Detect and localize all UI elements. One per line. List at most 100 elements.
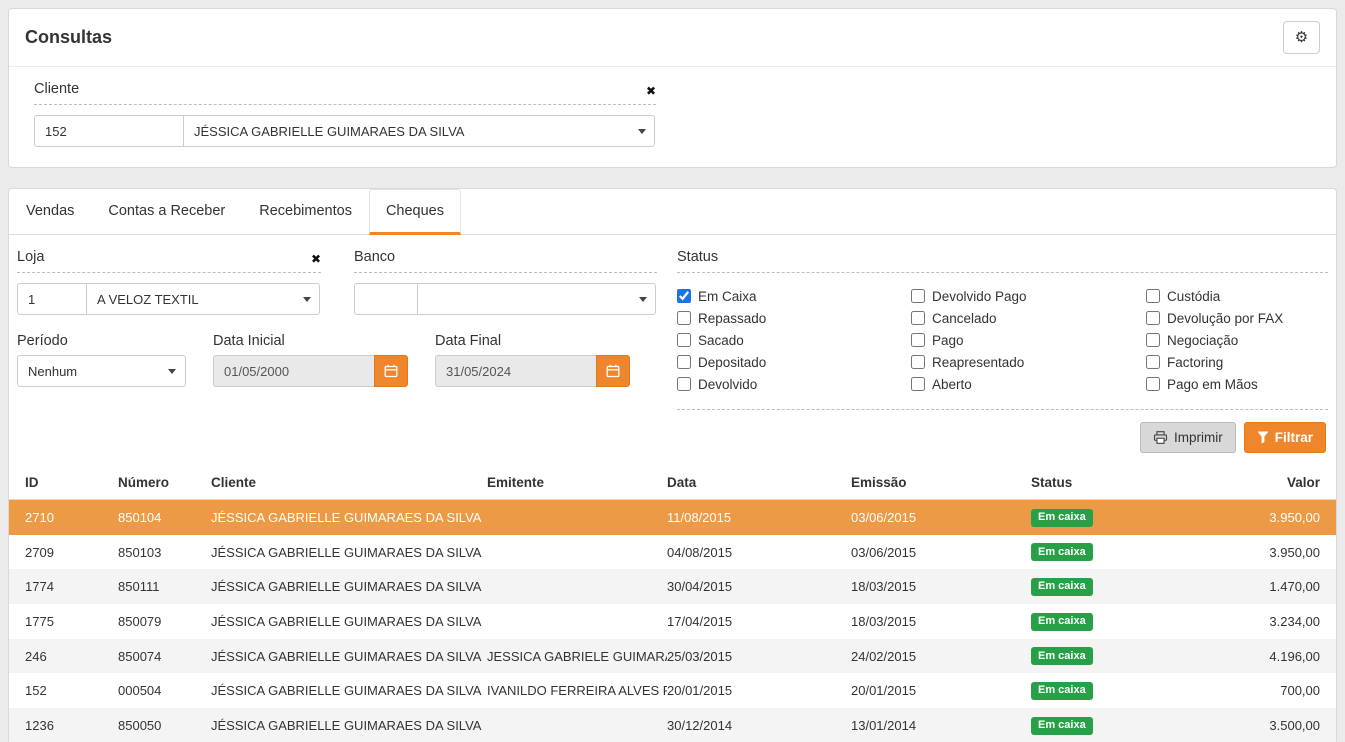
table-row[interactable]: 1236 850050 JÉSSICA GABRIELLE GUIMARAES … <box>9 708 1336 742</box>
status-option-label: Devolução por FAX <box>1167 311 1283 326</box>
status-checkbox[interactable] <box>677 289 691 303</box>
gear-icon: ⚙ <box>1295 30 1308 45</box>
filtrar-button-label: Filtrar <box>1275 430 1313 445</box>
col-header-valor: Valor <box>1181 475 1320 490</box>
status-option[interactable]: Pago em Mãos <box>1146 373 1328 395</box>
periodo-field: Período Nenhum <box>17 333 186 387</box>
data-inicial-field: Data Inicial <box>213 333 408 387</box>
table-row[interactable]: 2710 850104 JÉSSICA GABRIELLE GUIMARAES … <box>9 500 1336 535</box>
cell-valor: 1.470,00 <box>1181 579 1320 594</box>
status-checkbox[interactable] <box>677 377 691 391</box>
cell-cliente: JÉSSICA GABRIELLE GUIMARAES DA SILVA <box>211 649 487 664</box>
tab[interactable]: Cheques <box>369 189 461 235</box>
periodo-select[interactable]: Nenhum <box>17 355 186 387</box>
table-row[interactable]: 2709 850103 JÉSSICA GABRIELLE GUIMARAES … <box>9 535 1336 570</box>
status-option[interactable]: Negociação <box>1146 329 1328 351</box>
client-code-input[interactable] <box>34 115 184 147</box>
cell-valor: 3.950,00 <box>1181 510 1320 525</box>
imprimir-button[interactable]: Imprimir <box>1140 422 1236 453</box>
settings-button[interactable]: ⚙ <box>1283 21 1320 54</box>
status-option-label: Reapresentado <box>932 355 1024 370</box>
status-option[interactable]: Pago <box>911 329 1146 351</box>
loja-controls: A VELOZ TEXTIL <box>17 283 321 315</box>
cell-cliente: JÉSSICA GABRIELLE GUIMARAES DA SILVA <box>211 614 487 629</box>
banco-select-wrap <box>418 283 657 315</box>
status-option[interactable]: Sacado <box>677 329 911 351</box>
status-option[interactable]: Devolvido <box>677 373 911 395</box>
cell-valor: 3.500,00 <box>1181 718 1320 733</box>
loja-field-header: Loja ✖ <box>17 249 321 273</box>
status-option[interactable]: Devolvido Pago <box>911 285 1146 307</box>
status-option-label: Factoring <box>1167 355 1223 370</box>
cell-data: 04/08/2015 <box>667 545 851 560</box>
filtrar-button[interactable]: Filtrar <box>1244 422 1326 453</box>
client-field-group: Cliente ✖ JÉSSICA GABRIELLE GUIMARAES DA… <box>34 81 656 147</box>
status-checkbox[interactable] <box>911 289 925 303</box>
calendar-icon <box>606 364 620 378</box>
cell-cliente: JÉSSICA GABRIELLE GUIMARAES DA SILVA <box>211 510 487 525</box>
status-field-header: Status <box>677 249 1328 273</box>
tab[interactable]: Contas a Receber <box>91 189 242 235</box>
client-select[interactable]: JÉSSICA GABRIELLE GUIMARAES DA SILVA <box>183 115 655 147</box>
loja-select[interactable]: A VELOZ TEXTIL <box>86 283 320 315</box>
status-checkbox[interactable] <box>911 311 925 325</box>
data-inicial-input[interactable] <box>213 355 374 387</box>
status-checkbox[interactable] <box>911 333 925 347</box>
status-options-grid: Em Caixa Repassado Sacado Depositado <box>677 277 1328 409</box>
status-option[interactable]: Factoring <box>1146 351 1328 373</box>
status-checkbox[interactable] <box>911 377 925 391</box>
loja-code-input[interactable] <box>17 283 87 315</box>
status-checkbox[interactable] <box>1146 311 1160 325</box>
cell-valor: 4.196,00 <box>1181 649 1320 664</box>
cell-id: 1236 <box>25 718 118 733</box>
data-inicial-calendar-button[interactable] <box>374 355 408 387</box>
status-option[interactable]: Em Caixa <box>677 285 911 307</box>
status-badge: Em caixa <box>1031 578 1093 596</box>
loja-label: Loja <box>17 249 44 265</box>
tab[interactable]: Vendas <box>9 189 91 235</box>
status-option[interactable]: Aberto <box>911 373 1146 395</box>
status-option[interactable]: Depositado <box>677 351 911 373</box>
status-checkbox[interactable] <box>677 333 691 347</box>
consultas-card-header: Consultas ⚙ <box>9 9 1336 67</box>
status-badge: Em caixa <box>1031 543 1093 561</box>
cell-status: Em caixa <box>1031 577 1181 596</box>
data-final-field: Data Final <box>435 333 630 387</box>
banco-select[interactable] <box>417 283 656 315</box>
cell-status: Em caixa <box>1031 681 1181 700</box>
status-option[interactable]: Reapresentado <box>911 351 1146 373</box>
status-checkbox[interactable] <box>1146 377 1160 391</box>
banco-code-input[interactable] <box>354 283 418 315</box>
table-row[interactable]: 1774 850111 JÉSSICA GABRIELLE GUIMARAES … <box>9 569 1336 604</box>
status-checkbox[interactable] <box>1146 333 1160 347</box>
table-row[interactable]: 246 850074 JÉSSICA GABRIELLE GUIMARAES D… <box>9 639 1336 674</box>
status-checkbox[interactable] <box>911 355 925 369</box>
cell-data: 25/03/2015 <box>667 649 851 664</box>
status-checkbox[interactable] <box>1146 289 1160 303</box>
table-row[interactable]: 152 000504 JÉSSICA GABRIELLE GUIMARAES D… <box>9 673 1336 708</box>
filters-row-2: Período Nenhum Data Inicial <box>17 333 657 387</box>
table-row[interactable]: 1775 850079 JÉSSICA GABRIELLE GUIMARAES … <box>9 604 1336 639</box>
tab-label: Contas a Receber <box>108 203 225 219</box>
status-option[interactable]: Cancelado <box>911 307 1146 329</box>
cell-data: 17/04/2015 <box>667 614 851 629</box>
banco-label: Banco <box>354 249 395 265</box>
client-field-header: Cliente ✖ <box>34 81 656 105</box>
calendar-icon <box>384 364 398 378</box>
loja-clear-icon[interactable]: ✖ <box>311 253 321 265</box>
data-final-input[interactable] <box>435 355 596 387</box>
client-clear-icon[interactable]: ✖ <box>646 85 656 97</box>
client-label: Cliente <box>34 81 79 97</box>
status-option[interactable]: Custódia <box>1146 285 1328 307</box>
cell-status: Em caixa <box>1031 508 1181 527</box>
status-checkbox[interactable] <box>677 311 691 325</box>
status-option[interactable]: Devolução por FAX <box>1146 307 1328 329</box>
status-checkbox[interactable] <box>677 355 691 369</box>
tab[interactable]: Recebimentos <box>242 189 369 235</box>
data-final-calendar-button[interactable] <box>596 355 630 387</box>
cell-numero: 850050 <box>118 718 211 733</box>
status-checkbox[interactable] <box>1146 355 1160 369</box>
data-final-label: Data Final <box>435 333 630 349</box>
banco-field-group: Banco <box>354 249 657 315</box>
status-option[interactable]: Repassado <box>677 307 911 329</box>
